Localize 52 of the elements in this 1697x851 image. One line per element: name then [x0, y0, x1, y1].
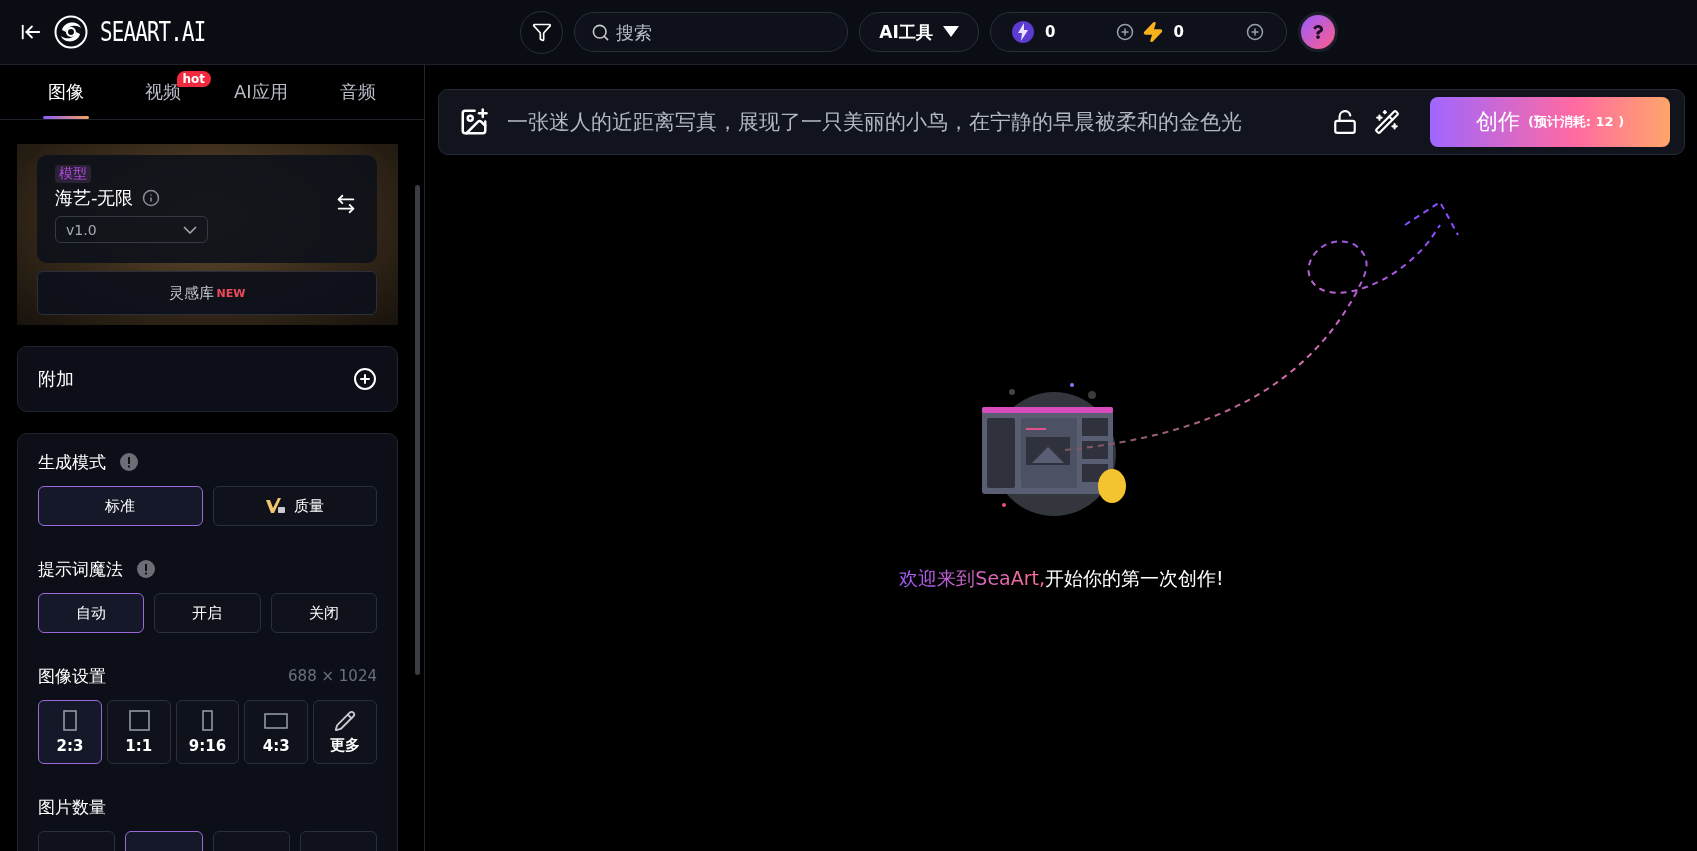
help-button[interactable]	[1298, 12, 1338, 52]
extra-label: 附加	[38, 367, 74, 391]
section-label: 生成模式	[38, 450, 106, 474]
ratio-option[interactable]: 1:1	[106, 700, 171, 764]
model-tag: 模型	[55, 165, 91, 183]
add-icon[interactable]	[1115, 23, 1134, 41]
lightning-icon	[1141, 21, 1164, 43]
search-field[interactable]: 搜索	[574, 12, 848, 52]
search-input[interactable]: 搜索	[614, 20, 814, 44]
add-image-icon[interactable]	[459, 107, 489, 137]
exclamation-icon	[137, 560, 155, 578]
credit-amount: 0	[1173, 23, 1185, 41]
magic-wand-icon[interactable]	[1374, 109, 1400, 135]
ratio-option[interactable]: 2:3	[38, 700, 102, 764]
image-size: 688 × 1024	[288, 667, 377, 685]
prompt-magic-option[interactable]: 自动	[38, 593, 145, 633]
chevron-icon	[183, 225, 197, 234]
info-icon[interactable]	[141, 189, 160, 207]
mode-option[interactable]: 质量	[212, 486, 377, 526]
ai-tools-dropdown[interactable]: AI工具	[859, 12, 979, 52]
ratio-option[interactable]: 更多	[313, 700, 377, 764]
tab[interactable]: 图像	[41, 65, 90, 119]
hot-badge: hot	[176, 71, 212, 87]
pencil-icon	[334, 709, 357, 732]
section-label: 图片数量	[38, 795, 106, 819]
tab[interactable]: 音频	[334, 65, 383, 119]
tab[interactable]: AI应用	[227, 65, 294, 119]
add-icon[interactable]	[1246, 23, 1264, 41]
section-label: 提示词魔法	[38, 557, 123, 581]
lightning-orb-icon	[1011, 20, 1035, 44]
swap-icon[interactable]	[335, 193, 357, 215]
version-dropdown[interactable]: v1.0	[55, 216, 208, 243]
welcome-message: 欢迎来到SeaArt,开始你的第一次创作!	[899, 566, 1224, 591]
search-icon	[591, 22, 610, 42]
ratio-option[interactable]: 9:16	[175, 700, 240, 764]
section-label: 图像设置	[38, 664, 106, 688]
caret-icon	[942, 26, 959, 38]
filter-icon	[531, 22, 552, 42]
model-name: 海艺-无限	[55, 186, 134, 210]
mode-option[interactable]: 标准	[38, 486, 203, 526]
logo-icon	[54, 15, 88, 49]
prompt-magic-option[interactable]: 关闭	[270, 593, 377, 633]
unlock-icon[interactable]	[1332, 109, 1358, 135]
question-icon	[1311, 25, 1325, 39]
prompt-bar[interactable]: 一张迷人的近距离写真，展现了一只美丽的小鸟，在宁静的早晨被柔和的金色光 创作 (预计消耗: 12 )	[438, 89, 1685, 155]
prompt-input[interactable]: 一张迷人的近距离写真，展现了一只美丽的小鸟，在宁静的早晨被柔和的金色光	[505, 109, 1316, 135]
credit-amount: 0	[1045, 23, 1057, 41]
prompt-magic-option[interactable]: 开启	[154, 593, 261, 633]
ratio-option[interactable]: 4:3	[244, 700, 309, 764]
logo-text: SEAART.AI	[100, 17, 206, 47]
filter-button[interactable]	[520, 10, 563, 54]
exclamation-icon	[120, 453, 138, 471]
